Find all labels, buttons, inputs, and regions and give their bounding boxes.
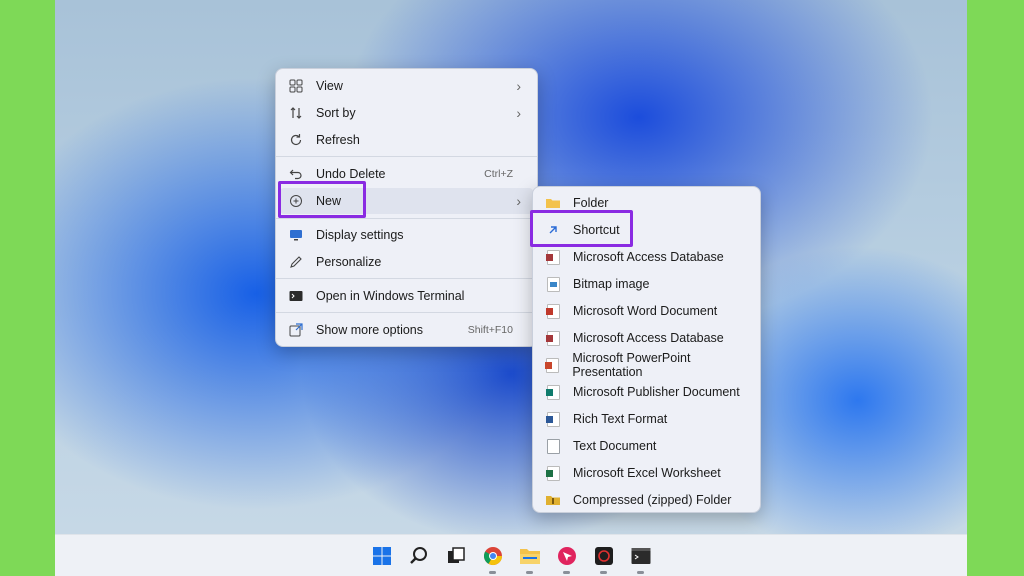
menu-item-label: Undo Delete — [316, 167, 386, 181]
word-icon — [545, 303, 561, 319]
menu-item-refresh[interactable]: Refresh — [280, 127, 533, 153]
shortcut-arrow-icon — [545, 222, 561, 238]
submenu-item-shortcut[interactable]: Shortcut — [537, 217, 756, 243]
submenu-item-label: Microsoft Access Database — [573, 250, 724, 264]
bitmap-icon — [545, 276, 561, 292]
zip-folder-icon — [545, 492, 561, 508]
menu-item-display-settings[interactable]: Display settings — [280, 222, 533, 248]
windows-start-icon[interactable] — [367, 541, 396, 570]
menu-item-label: New — [316, 194, 342, 208]
submenu-item-folder[interactable]: Folder — [537, 190, 756, 216]
chevron-right-icon: › — [516, 105, 521, 121]
menu-item-view[interactable]: View › — [280, 73, 533, 99]
menu-separator — [276, 156, 537, 157]
excel-icon — [545, 465, 561, 481]
submenu-item-label: Microsoft Word Document — [573, 304, 718, 318]
submenu-item-label: Rich Text Format — [573, 412, 668, 426]
menu-item-undo-delete[interactable]: Undo Delete Ctrl+Z — [280, 161, 533, 187]
chrome-icon[interactable] — [478, 541, 507, 574]
sort-icon — [288, 105, 304, 121]
folder-icon — [545, 195, 561, 211]
desktop-context-menu: View › Sort by › Refresh Undo Delete Ctr… — [275, 68, 538, 347]
menu-item-sort-by[interactable]: Sort by › — [280, 100, 533, 126]
running-indicator — [489, 571, 496, 574]
menu-item-show-more-options[interactable]: Show more options Shift+F10 — [280, 317, 533, 343]
grid-icon — [288, 78, 304, 94]
pen-icon — [288, 254, 304, 270]
shortcut-label: Shift+F10 — [467, 324, 513, 336]
menu-item-open-terminal[interactable]: Open in Windows Terminal — [280, 283, 533, 309]
shortcut-label: Ctrl+Z — [484, 168, 513, 180]
submenu-item-label: Microsoft PowerPoint Presentation — [572, 351, 691, 379]
rtf-icon — [545, 411, 561, 427]
running-indicator — [600, 571, 607, 574]
submenu-item-text-document[interactable]: Text Document — [537, 433, 756, 459]
submenu-item-rich-text[interactable]: Rich Text Format — [537, 406, 756, 432]
submenu-item-word-document[interactable]: Microsoft Word Document — [537, 298, 756, 324]
terminal-icon — [288, 288, 304, 304]
submenu-item-label: Compressed (zipped) Folder — [573, 493, 732, 507]
submenu-item-label: Microsoft Publisher Document — [573, 385, 740, 399]
menu-item-label: Show more options — [316, 323, 424, 337]
dark-app-icon[interactable] — [589, 541, 618, 574]
task-view-icon[interactable] — [441, 541, 470, 570]
new-submenu: Folder Shortcut Microsoft Access Databas… — [532, 186, 761, 513]
undo-icon — [288, 166, 304, 182]
running-indicator — [637, 571, 644, 574]
refresh-icon — [288, 132, 304, 148]
new-plus-icon — [288, 193, 304, 209]
text-doc-icon — [545, 438, 561, 454]
submenu-item-label: Shortcut — [573, 223, 620, 237]
submenu-item-bitmap-image[interactable]: Bitmap image — [537, 271, 756, 297]
menu-item-new[interactable]: New › — [280, 188, 533, 214]
taskbar — [55, 534, 967, 576]
menu-separator — [276, 278, 537, 279]
file-explorer-icon[interactable] — [515, 541, 544, 574]
submenu-item-powerpoint[interactable]: Microsoft PowerPoint Presentation — [537, 351, 756, 379]
chevron-right-icon: › — [516, 78, 521, 94]
cursor-app-icon[interactable] — [552, 541, 581, 574]
menu-item-label: Open in Windows Terminal — [316, 289, 465, 303]
submenu-item-label: Bitmap image — [573, 277, 650, 291]
menu-separator — [276, 218, 537, 219]
menu-item-label: View — [316, 79, 343, 93]
submenu-item-label: Microsoft Access Database — [573, 331, 724, 345]
submenu-item-access-database[interactable]: Microsoft Access Database — [537, 244, 756, 270]
menu-item-label: Refresh — [316, 133, 360, 147]
publisher-icon — [545, 384, 561, 400]
running-indicator — [526, 571, 533, 574]
powerpoint-icon — [545, 357, 560, 373]
screenshot-frame: View › Sort by › Refresh Undo Delete Ctr… — [55, 0, 967, 576]
running-indicator — [563, 571, 570, 574]
submenu-item-zip-folder[interactable]: Compressed (zipped) Folder — [537, 487, 756, 513]
submenu-item-excel[interactable]: Microsoft Excel Worksheet — [537, 460, 756, 486]
menu-separator — [276, 312, 537, 313]
terminal-icon[interactable] — [626, 541, 655, 574]
menu-item-label: Personalize — [316, 255, 382, 269]
search-icon[interactable] — [404, 541, 433, 570]
submenu-item-label: Folder — [573, 196, 609, 210]
menu-item-personalize[interactable]: Personalize — [280, 249, 533, 275]
submenu-item-label: Text Document — [573, 439, 657, 453]
menu-item-label: Display settings — [316, 228, 404, 242]
access-icon — [545, 249, 561, 265]
submenu-item-label: Microsoft Excel Worksheet — [573, 466, 721, 480]
menu-item-label: Sort by — [316, 106, 356, 120]
access-icon — [545, 330, 561, 346]
chevron-right-icon: › — [516, 193, 521, 209]
submenu-item-publisher[interactable]: Microsoft Publisher Document — [537, 379, 756, 405]
display-icon — [288, 227, 304, 243]
more-options-icon — [288, 322, 304, 338]
submenu-item-access-database-2[interactable]: Microsoft Access Database — [537, 325, 756, 351]
